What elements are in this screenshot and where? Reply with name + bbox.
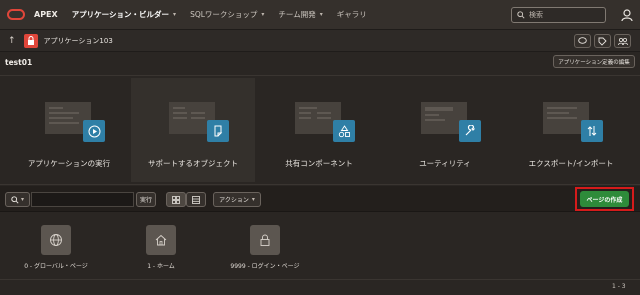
- globe-icon: [50, 234, 62, 246]
- oracle-logo[interactable]: [7, 9, 25, 20]
- create-page-button[interactable]: ページの作成: [580, 191, 629, 207]
- search-icon: [517, 11, 525, 19]
- search-column-button[interactable]: ▾: [5, 192, 30, 207]
- search-box[interactable]: 検索: [511, 7, 606, 23]
- filter-input[interactable]: [31, 192, 134, 207]
- team-icon: [617, 37, 628, 45]
- team-dev-button[interactable]: [614, 34, 631, 48]
- tile-utilities[interactable]: ユーティリティ: [383, 78, 507, 182]
- tile-thumbnail: [169, 102, 233, 142]
- tile-label: アプリケーションの実行: [27, 159, 111, 168]
- tile-thumbnail: [543, 102, 607, 142]
- nav-app-builder[interactable]: アプリケーション・ビルダー ▾: [72, 9, 176, 20]
- chevron-down-icon: ▾: [173, 11, 177, 18]
- pagination-text: 1 - 3: [612, 283, 626, 290]
- app-name[interactable]: アプリケーション103: [44, 36, 113, 46]
- nav-app-builder-label: アプリケーション・ビルダー: [71, 10, 170, 19]
- pagination-bar: [0, 279, 640, 295]
- lock-icon: [260, 234, 270, 246]
- icon-view-button[interactable]: [166, 192, 186, 207]
- up-arrow-icon[interactable]: ↑: [8, 36, 16, 46]
- nav-sql-workshop-label: SQLワークショップ: [190, 10, 258, 19]
- tag-icon: [598, 37, 607, 46]
- search-placeholder: 検索: [529, 11, 543, 19]
- grid-icon: [172, 195, 180, 204]
- shortcut-button[interactable]: [594, 34, 611, 48]
- document-icon: [214, 125, 223, 137]
- edit-application-definition-button[interactable]: アプリケーション定義の編集: [553, 55, 635, 68]
- tiles-region: アプリケーションの実行 サポートするオブジェクト 共有コンポーネント ユーティリ…: [0, 75, 640, 185]
- tile-export-import[interactable]: エクスポート/インポート: [509, 78, 633, 182]
- play-icon: [88, 125, 100, 137]
- page-item[interactable]: 0 - グローバル・ページ: [16, 225, 96, 280]
- page-title: test01: [5, 58, 33, 67]
- page-item[interactable]: 9999 - ログイン・ページ: [225, 225, 305, 280]
- transfer-icon: [587, 126, 597, 136]
- chevron-down-icon: ▾: [261, 11, 265, 18]
- actions-label: アクション: [219, 197, 249, 204]
- user-icon[interactable]: [620, 8, 634, 22]
- tile-thumbnail: [45, 102, 109, 142]
- page-item[interactable]: 1 - ホーム: [121, 225, 201, 280]
- search-icon: [11, 195, 19, 204]
- page-icon: [146, 225, 176, 255]
- tile-shared-components[interactable]: 共有コンポーネント: [257, 78, 381, 182]
- lock-icon: [27, 36, 34, 45]
- tile-thumbnail: [421, 102, 485, 142]
- nav-gallery-label: ギャラリ: [336, 10, 367, 19]
- chevron-down-icon: ▾: [319, 11, 323, 18]
- tile-label: 共有コンポーネント: [285, 159, 353, 168]
- comments-button[interactable]: [574, 34, 591, 48]
- nav-team-dev-label: チーム開発: [278, 10, 316, 19]
- tile-label: エクスポート/インポート: [528, 159, 614, 168]
- tile-thumbnail: [295, 102, 359, 142]
- brand-label[interactable]: APEX: [34, 10, 58, 19]
- page-icon: [250, 225, 280, 255]
- comment-icon: [578, 37, 587, 44]
- report-view-button[interactable]: [186, 192, 206, 207]
- wrench-icon: [465, 125, 475, 136]
- app-icon: [23, 33, 38, 48]
- chevron-down-icon: ▾: [20, 196, 24, 203]
- actions-menu-button[interactable]: アクション ▾: [213, 192, 261, 207]
- shapes-icon: [338, 124, 350, 137]
- chevron-down-icon: ▾: [251, 196, 255, 203]
- tile-run-application[interactable]: アプリケーションの実行: [7, 78, 131, 182]
- go-button[interactable]: 実行: [136, 192, 156, 207]
- nav-team-dev[interactable]: チーム開発 ▾: [278, 9, 322, 20]
- nav-sql-workshop[interactable]: SQLワークショップ ▾: [190, 9, 264, 20]
- tile-supporting-objects[interactable]: サポートするオブジェクト: [131, 78, 255, 182]
- page-item-label: 1 - ホーム: [147, 263, 175, 270]
- page-item-label: 0 - グローバル・ページ: [24, 263, 88, 270]
- home-icon: [155, 234, 167, 246]
- tile-label: サポートするオブジェクト: [148, 159, 238, 168]
- tile-label: ユーティリティ: [419, 159, 471, 168]
- app-bar: ↑ アプリケーション103: [0, 30, 640, 52]
- page-icon: [41, 225, 71, 255]
- pages-list: 0 - グローバル・ページ 1 - ホーム 9999 - ログイン・ページ: [0, 213, 640, 283]
- page-item-label: 9999 - ログイン・ページ: [230, 263, 300, 270]
- nav-gallery[interactable]: ギャラリ: [337, 9, 367, 20]
- table-icon: [192, 195, 200, 204]
